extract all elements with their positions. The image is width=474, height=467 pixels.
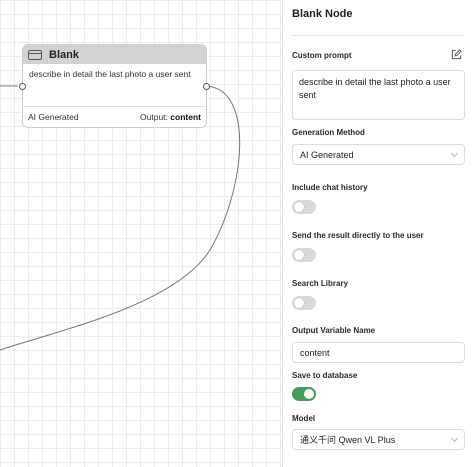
search-library-label: Search Library xyxy=(292,279,349,288)
node-generation-method: AI Generated xyxy=(28,112,79,122)
toggle-knob xyxy=(304,389,314,399)
send-result-label: Send the result directly to the user xyxy=(292,231,424,240)
toggle-knob xyxy=(294,202,304,212)
generation-method-label: Generation Method xyxy=(292,128,365,137)
node-output-label: Output: xyxy=(140,112,168,122)
model-value: 通义千问 Qwen VL Plus xyxy=(300,435,396,445)
output-port[interactable] xyxy=(203,83,210,90)
node-title: Blank xyxy=(49,48,79,61)
generation-method-value: AI Generated xyxy=(300,149,354,160)
node-output-variable: content xyxy=(170,112,201,122)
node-settings-panel: Blank Node Custom prompt describe in det… xyxy=(282,0,474,467)
search-library-toggle[interactable] xyxy=(292,296,316,310)
node-output: Output: content xyxy=(140,112,201,122)
blank-node[interactable]: Blank describe in detail the last photo … xyxy=(19,44,210,128)
toggle-knob xyxy=(294,298,304,308)
toggle-knob xyxy=(294,250,304,260)
panel-divider xyxy=(292,35,465,36)
node-header: Blank xyxy=(23,45,206,64)
save-to-database-toggle[interactable] xyxy=(292,387,316,401)
custom-prompt-textarea[interactable]: describe in detail the last photo a user… xyxy=(292,70,465,120)
custom-prompt-label: Custom prompt xyxy=(292,51,352,60)
chevron-down-icon xyxy=(450,149,459,157)
flow-canvas[interactable]: Blank describe in detail the last photo … xyxy=(0,0,282,467)
include-chat-history-label: Include chat history xyxy=(292,183,368,192)
chevron-down-icon xyxy=(450,434,459,442)
model-label: Model xyxy=(292,414,316,423)
panel-title: Blank Node xyxy=(292,8,353,20)
save-to-database-label: Save to database xyxy=(292,371,358,380)
node-prompt-text: describe in detail the last photo a user… xyxy=(29,69,191,79)
node-footer: AI Generated Output: content xyxy=(23,106,206,127)
output-variable-label: Output Variable Name xyxy=(292,326,376,335)
model-select[interactable]: 通义千问 Qwen VL Plus xyxy=(292,429,465,450)
include-chat-history-toggle[interactable] xyxy=(292,200,316,214)
input-port[interactable] xyxy=(19,83,26,90)
node-window-icon xyxy=(28,49,42,60)
generation-method-select[interactable]: AI Generated xyxy=(292,144,465,165)
edit-icon[interactable] xyxy=(451,49,462,60)
output-variable-input[interactable]: content xyxy=(292,342,465,363)
send-result-toggle[interactable] xyxy=(292,248,316,262)
